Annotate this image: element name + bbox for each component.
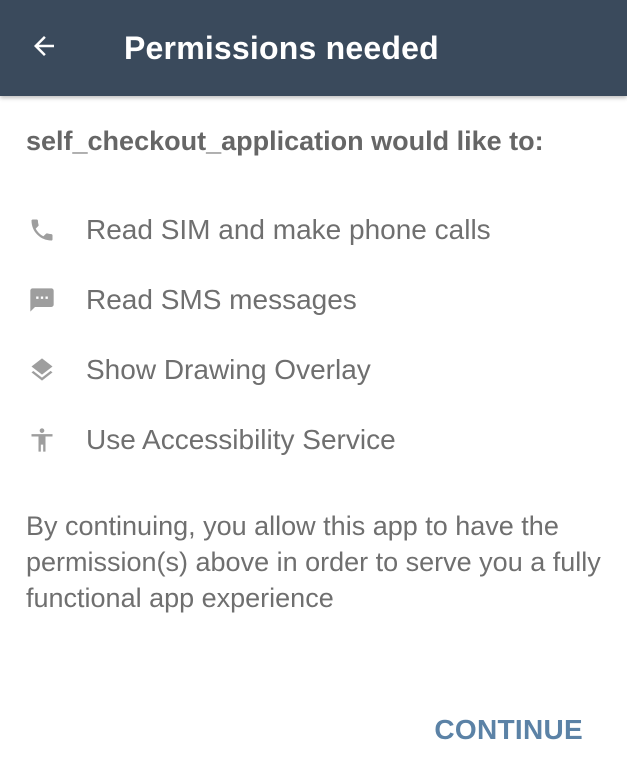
permissions-screen: Permissions needed self_checkout_applica… [0, 0, 627, 773]
permission-label: Show Drawing Overlay [86, 354, 371, 385]
permission-disclaimer: By continuing, you allow this app to hav… [26, 511, 601, 613]
permission-label: Read SMS messages [86, 284, 357, 315]
permission-item-accessibility: Use Accessibility Service [0, 418, 627, 488]
arrow-left-icon [29, 31, 59, 66]
permission-item-phone: Read SIM and make phone calls [0, 208, 627, 278]
permission-item-overlay: Show Drawing Overlay [0, 348, 627, 418]
continue-button[interactable]: CONTINUE [434, 708, 583, 752]
sms-icon [26, 284, 58, 316]
permission-list: Read SIM and make phone calls Read SMS m… [0, 208, 627, 488]
layers-icon [26, 354, 58, 386]
accessibility-icon [26, 424, 58, 456]
back-button[interactable] [22, 26, 66, 70]
phone-icon [26, 214, 58, 246]
app-bar: Permissions needed [0, 0, 627, 96]
permission-intro: self_checkout_application would like to: [26, 126, 544, 156]
permission-label: Read SIM and make phone calls [86, 214, 491, 245]
page-title: Permissions needed [124, 30, 439, 66]
permission-item-sms: Read SMS messages [0, 278, 627, 348]
permission-label: Use Accessibility Service [86, 424, 396, 455]
